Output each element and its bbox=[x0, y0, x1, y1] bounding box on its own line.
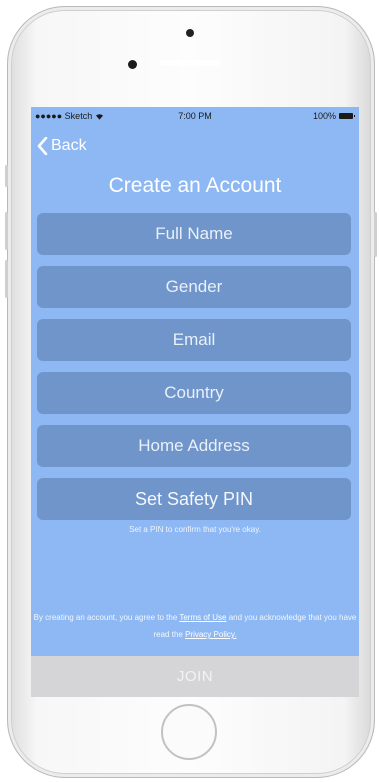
volume-down-button bbox=[5, 260, 8, 298]
gender-field[interactable]: Gender bbox=[37, 266, 351, 308]
join-button[interactable]: JOIN bbox=[31, 656, 359, 697]
battery-icon bbox=[339, 113, 355, 119]
status-bar: ●●●●● Sketch 7:00 PM 100% bbox=[31, 107, 359, 125]
page-title: Create an Account bbox=[108, 174, 282, 197]
battery-status: 100% bbox=[312, 111, 355, 121]
legal-text: By creating an account, you agree to the… bbox=[31, 609, 359, 643]
earpiece-speaker bbox=[160, 60, 220, 66]
safety-pin-field[interactable]: Set Safety PIN bbox=[37, 478, 351, 520]
status-time: 7:00 PM bbox=[178, 111, 212, 121]
home-address-field[interactable]: Home Address bbox=[37, 425, 351, 467]
app-screen: ●●●●● Sketch 7:00 PM 100% Back Create an… bbox=[31, 107, 359, 697]
battery-label: 100% bbox=[312, 111, 336, 121]
chevron-left-icon bbox=[37, 137, 48, 155]
full-name-field[interactable]: Full Name bbox=[37, 213, 351, 255]
mute-switch bbox=[5, 165, 8, 187]
email-field[interactable]: Email bbox=[37, 319, 351, 361]
back-button[interactable]: Back bbox=[37, 137, 87, 155]
home-button[interactable] bbox=[161, 704, 217, 760]
privacy-policy-link[interactable]: Privacy Policy. bbox=[185, 630, 236, 639]
terms-of-use-link[interactable]: Terms of Use bbox=[179, 613, 226, 622]
power-button bbox=[374, 212, 377, 257]
pin-hint-text: Set a PIN to confirm that you're okay. bbox=[129, 525, 261, 534]
country-field[interactable]: Country bbox=[37, 372, 351, 414]
legal-prefix: By creating an account, you agree to the bbox=[33, 613, 178, 622]
proximity-sensor bbox=[128, 60, 137, 69]
front-camera bbox=[186, 29, 194, 37]
volume-up-button bbox=[5, 212, 8, 250]
back-label: Back bbox=[51, 137, 87, 154]
